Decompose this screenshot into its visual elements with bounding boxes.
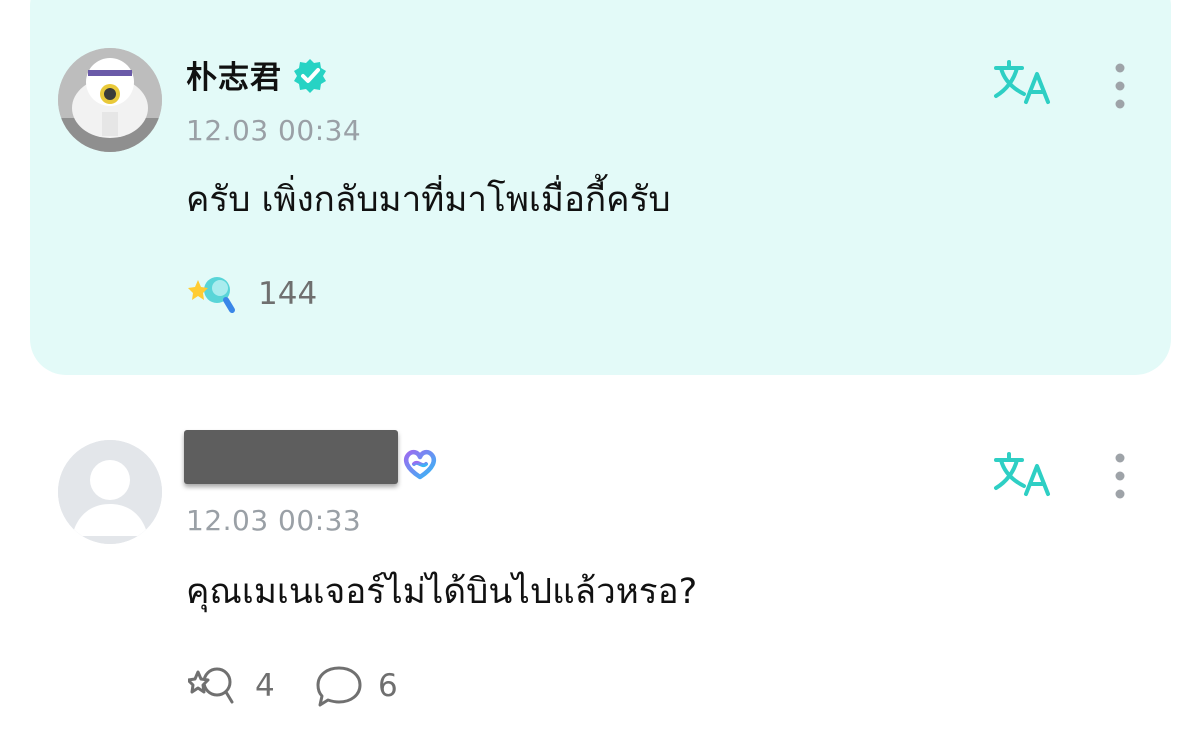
comment-item: 朴志君 12.03 00:34 ครับ เพิ่งกลับมาที่มาโพเ… bbox=[0, 0, 1200, 380]
comment-timestamp: 12.03 00:34 bbox=[186, 114, 362, 147]
more-vertical-icon[interactable] bbox=[1110, 450, 1130, 502]
comment-text: คุณเมเนเจอร์ไม่ได้บินไปแล้วหรอ? bbox=[186, 572, 698, 612]
comment-item: 12.03 00:33 คุณเมเนเจอร์ไม่ได้บินไปแล้วห… bbox=[0, 400, 1200, 742]
reply-count: 6 bbox=[378, 668, 398, 704]
translate-icon[interactable] bbox=[992, 58, 1054, 106]
comment-timestamp: 12.03 00:33 bbox=[186, 504, 362, 537]
sparkle-reaction-icon[interactable] bbox=[188, 272, 238, 316]
translate-icon[interactable] bbox=[992, 450, 1054, 498]
redacted-author-name bbox=[184, 430, 398, 484]
avatar-image bbox=[58, 48, 162, 152]
reaction-count: 4 bbox=[255, 668, 275, 704]
reaction-count: 144 bbox=[258, 276, 318, 312]
speech-bubble-icon[interactable] bbox=[314, 664, 364, 708]
verified-check-icon bbox=[294, 59, 326, 93]
author-name[interactable]: 朴志君 bbox=[186, 52, 282, 97]
more-vertical-icon[interactable] bbox=[1110, 60, 1130, 112]
membership-heart-icon bbox=[403, 449, 437, 480]
comment-text: ครับ เพิ่งกลับมาที่มาโพเมื่อกี้ครับ bbox=[186, 180, 671, 220]
avatar[interactable] bbox=[58, 48, 162, 152]
default-avatar-icon bbox=[58, 440, 162, 544]
avatar[interactable] bbox=[58, 440, 162, 544]
reaction-outline-icon[interactable] bbox=[188, 664, 238, 708]
